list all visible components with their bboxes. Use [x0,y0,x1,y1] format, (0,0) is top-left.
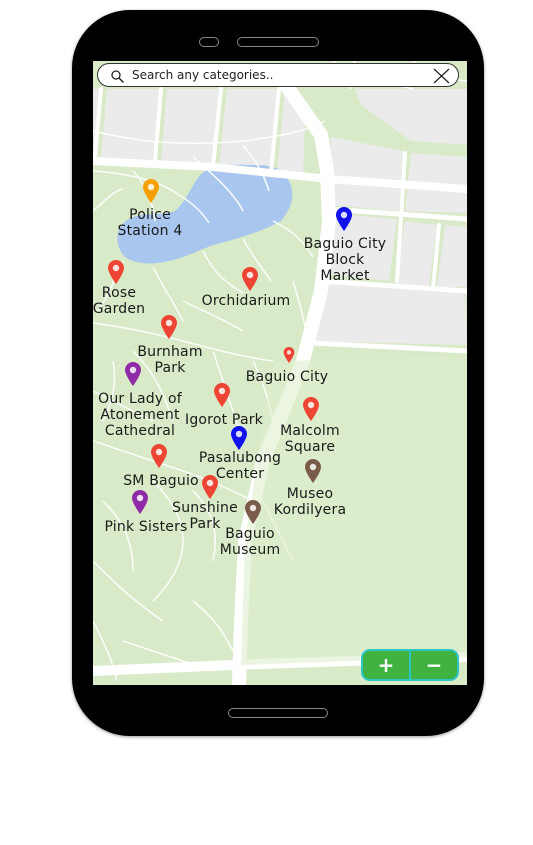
city-block [329,137,403,211]
place-label[interactable]: Burnham Park [137,344,202,376]
map-pin-icon[interactable] [335,206,353,232]
pin-body [202,475,218,499]
map-pin-icon[interactable] [283,345,295,365]
pin-dot [165,319,173,327]
pin-dot [246,271,254,279]
pin-dot [286,350,292,355]
map-pin-icon[interactable] [244,499,262,525]
pin-dot [249,504,257,512]
pin-dot [129,366,137,374]
pin-body [283,347,295,363]
city-block [355,89,467,145]
map-pin-icon[interactable] [213,382,231,408]
place-label[interactable]: Igorot Park [185,412,263,428]
city-block [161,89,221,167]
zoom-out-button[interactable]: − [411,651,457,679]
pin-body [125,362,141,386]
map-pin-icon[interactable] [201,474,219,500]
city-block [313,283,467,345]
place-label[interactable]: Our Lady of Atonement Cathedral [98,391,182,439]
search-input[interactable] [132,67,422,83]
map-pin-icon[interactable] [124,361,142,387]
map-pin-icon[interactable] [107,259,125,285]
place-label[interactable]: Police Station 4 [118,207,183,239]
pin-dot [218,387,226,395]
city-block [437,225,467,287]
pin-body [231,426,247,450]
place-label[interactable]: Baguio City [246,369,329,385]
earpiece-speaker [237,37,319,47]
place-label[interactable]: Rose Garden [93,285,145,317]
pin-body [303,397,319,421]
place-label[interactable]: Malcolm Square [280,423,340,455]
map-pin-icon[interactable] [302,396,320,422]
pin-body [143,179,159,203]
pin-dot [340,211,348,219]
place-label[interactable]: Museo Kordilyera [274,486,346,518]
home-button[interactable] [228,708,328,718]
pin-body [245,500,261,524]
place-label[interactable]: Orchidarium [202,293,291,309]
pin-dot [307,401,315,409]
pin-dot [112,264,120,272]
pin-dot [309,463,317,471]
map-screen[interactable]: Police Station 4 Baguio City Block Market… [93,61,467,685]
search-icon[interactable] [110,69,124,83]
map-pin-icon[interactable] [304,458,322,484]
pin-body [242,267,258,291]
pin-body [214,383,230,407]
place-label[interactable]: Baguio City Block Market [304,236,387,284]
pin-dot [136,494,144,502]
map-pin-icon[interactable] [131,489,149,515]
front-camera [199,37,219,47]
pin-body [305,459,321,483]
place-label[interactable]: Baguio Museum [220,526,281,558]
city-block [101,89,161,161]
city-block [219,89,279,173]
pin-dot [155,448,163,456]
pin-body [336,207,352,231]
map-pin-icon[interactable] [142,178,160,204]
map-pin-icon[interactable] [150,443,168,469]
pin-body [161,315,177,339]
place-label[interactable]: SM Baguio [123,473,199,489]
pin-body [151,444,167,468]
pin-dot [235,430,243,438]
map-pin-icon[interactable] [241,266,259,292]
zoom-in-button[interactable]: + [363,651,409,679]
pin-body [132,490,148,514]
map-pin-icon[interactable] [230,425,248,451]
map-pin-icon[interactable] [160,314,178,340]
zoom-control: + − [361,649,459,681]
pin-dot [206,479,214,487]
pin-dot [147,183,155,191]
close-icon[interactable] [432,68,450,84]
search-bar [97,63,459,87]
place-label[interactable]: Pink Sisters [104,519,187,535]
pin-body [108,260,124,284]
